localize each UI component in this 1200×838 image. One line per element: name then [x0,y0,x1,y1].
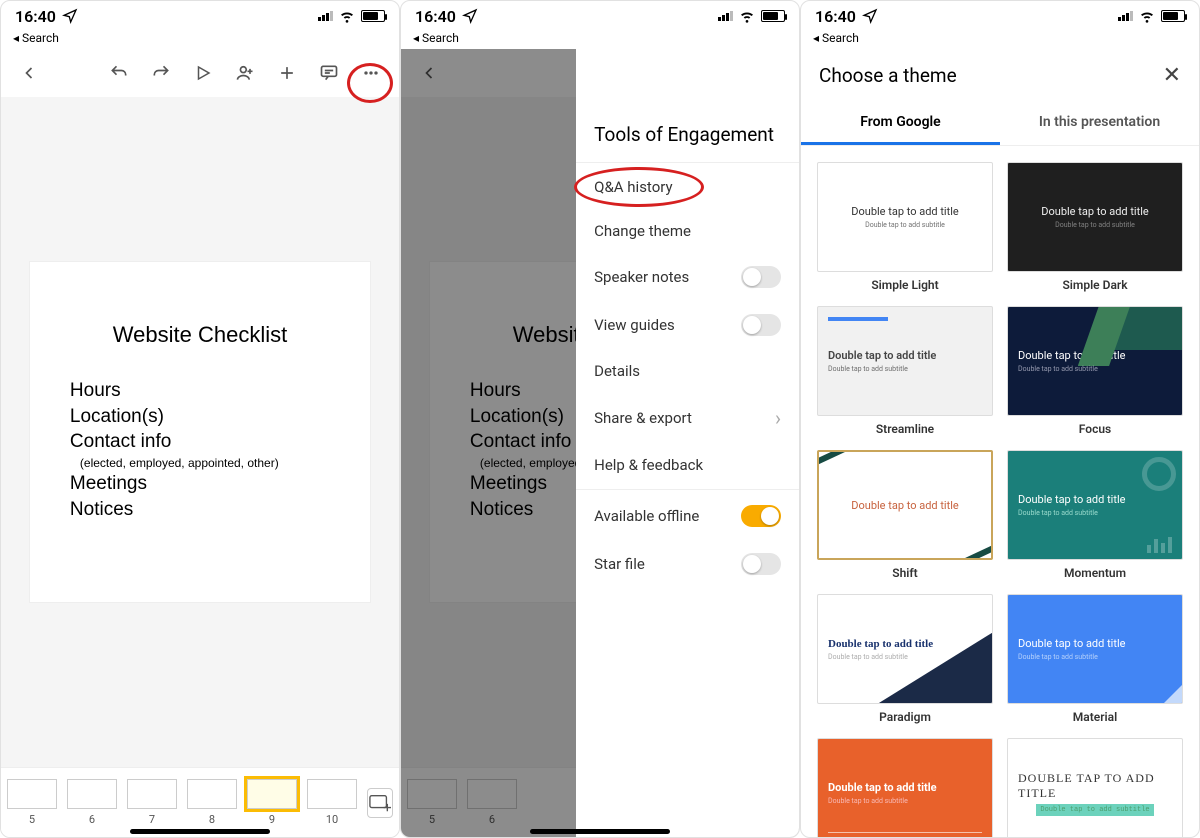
comment-button[interactable] [311,55,347,91]
overflow-sheet: Tools of Engagement Q&A history Change t… [576,49,799,837]
editor-toolbar [1,49,399,97]
theme-streamline[interactable]: Double tap to add titleDouble tap to add… [817,306,993,436]
theme-simple-light[interactable]: Double tap to add titleDouble tap to add… [817,162,993,292]
theme-swiss[interactable]: Double tap to add titleDouble tap to add… [817,738,993,837]
battery-icon [761,10,785,22]
menu-star-file[interactable]: Star file [576,540,799,588]
theme-shift[interactable]: Double tap to add title Shift [817,450,993,580]
sheet-title: Tools of Engagement [576,109,799,160]
overflow-menu-button[interactable] [353,55,389,91]
theme-tabs: From Google In this presentation [801,102,1199,146]
back-to-search[interactable]: ◂ Search [1,31,399,49]
redo-button[interactable] [143,55,179,91]
thumb-6[interactable]: 6 [67,779,117,826]
wifi-icon [339,8,355,24]
slide-canvas[interactable]: Website Checklist Hours Location(s) Cont… [1,97,399,767]
undo-button[interactable] [101,55,137,91]
add-button[interactable] [269,55,305,91]
battery-icon [361,10,385,22]
tab-in-presentation[interactable]: In this presentation [1000,102,1199,145]
slide-content: Website Checklist Hours Location(s) Cont… [30,262,370,602]
bullet-hours: Hours [70,378,330,404]
menu-details[interactable]: Details [576,349,799,393]
theme-picker-title: Choose a theme [819,64,957,87]
battery-icon [1161,10,1185,22]
thumb-7[interactable]: 7 [127,779,177,826]
screen-overflow-menu: 16:40 ◂ Search Website Checklist [400,0,800,838]
thumb-8[interactable]: 8 [187,779,237,826]
bullet-notices: Notices [70,497,330,523]
cell-signal-icon [718,11,733,21]
bullet-locations: Location(s) [70,404,330,430]
menu-share-export[interactable]: Share & export [576,393,799,443]
menu-available-offline[interactable]: Available offline [576,492,799,540]
theme-beach-day[interactable]: Double tap to add titleDouble tap to add… [1007,738,1183,837]
theme-picker-header: Choose a theme ✕ [801,49,1199,102]
back-to-search[interactable]: ◂ Search [401,31,799,49]
menu-view-guides[interactable]: View guides [576,301,799,349]
status-bar: 16:40 [801,1,1199,31]
menu-change-theme[interactable]: Change theme [576,209,799,253]
theme-simple-dark[interactable]: Double tap to add titleDouble tap to add… [1007,162,1183,292]
home-indicator[interactable] [530,829,670,834]
status-time: 16:40 [15,7,56,26]
theme-grid[interactable]: Double tap to add titleDouble tap to add… [801,146,1199,837]
annotation-circle-change-theme [574,167,704,207]
cell-signal-icon [1118,11,1133,21]
menu-help-feedback[interactable]: Help & feedback [576,443,799,487]
toggle-star-file[interactable] [741,553,781,575]
chevron-right-icon [775,406,781,430]
bullet-contact-sub: (elected, employed, appointed, other) [80,455,330,471]
bullet-contact: Contact info [70,429,330,455]
toggle-speaker-notes[interactable] [741,266,781,288]
back-to-search[interactable]: ◂ Search [801,31,1199,49]
thumbnail-strip[interactable]: 5 6 7 8 9 10 [1,767,399,837]
status-bar: 16:40 [1,1,399,31]
theme-focus[interactable]: Double tap to add titleDouble tap to add… [1007,306,1183,436]
toggle-view-guides[interactable] [741,314,781,336]
theme-paradigm[interactable]: Double tap to add titleDouble tap to add… [817,594,993,724]
back-button[interactable] [11,55,47,91]
slide-title: Website Checklist [70,322,330,348]
bullet-meetings: Meetings [70,471,330,497]
theme-momentum[interactable]: Double tap to add titleDouble tap to add… [1007,450,1183,580]
status-time: 16:40 [815,7,856,26]
wifi-icon [1139,8,1155,24]
status-time: 16:40 [415,7,456,26]
location-icon [62,8,78,24]
screen-choose-theme: 16:40 ◂ Search Choose a theme ✕ From Goo… [800,0,1200,838]
home-indicator[interactable] [130,829,270,834]
location-icon [462,8,478,24]
theme-material[interactable]: Double tap to add titleDouble tap to add… [1007,594,1183,724]
present-button[interactable] [185,55,221,91]
toggle-available-offline[interactable] [741,505,781,527]
thumb-10[interactable]: 10 [307,779,357,826]
location-icon [862,8,878,24]
thumb-5[interactable]: 5 [7,779,57,826]
tab-from-google[interactable]: From Google [801,102,1000,145]
menu-speaker-notes[interactable]: Speaker notes [576,253,799,301]
cell-signal-icon [318,11,333,21]
screen-editor: 16:40 ◂ Search [0,0,400,838]
status-bar: 16:40 [401,1,799,31]
share-person-button[interactable] [227,55,263,91]
close-button[interactable]: ✕ [1163,63,1181,88]
thumb-9-active[interactable]: 9 [247,779,297,826]
wifi-icon [739,8,755,24]
new-slide-button[interactable] [367,788,393,818]
